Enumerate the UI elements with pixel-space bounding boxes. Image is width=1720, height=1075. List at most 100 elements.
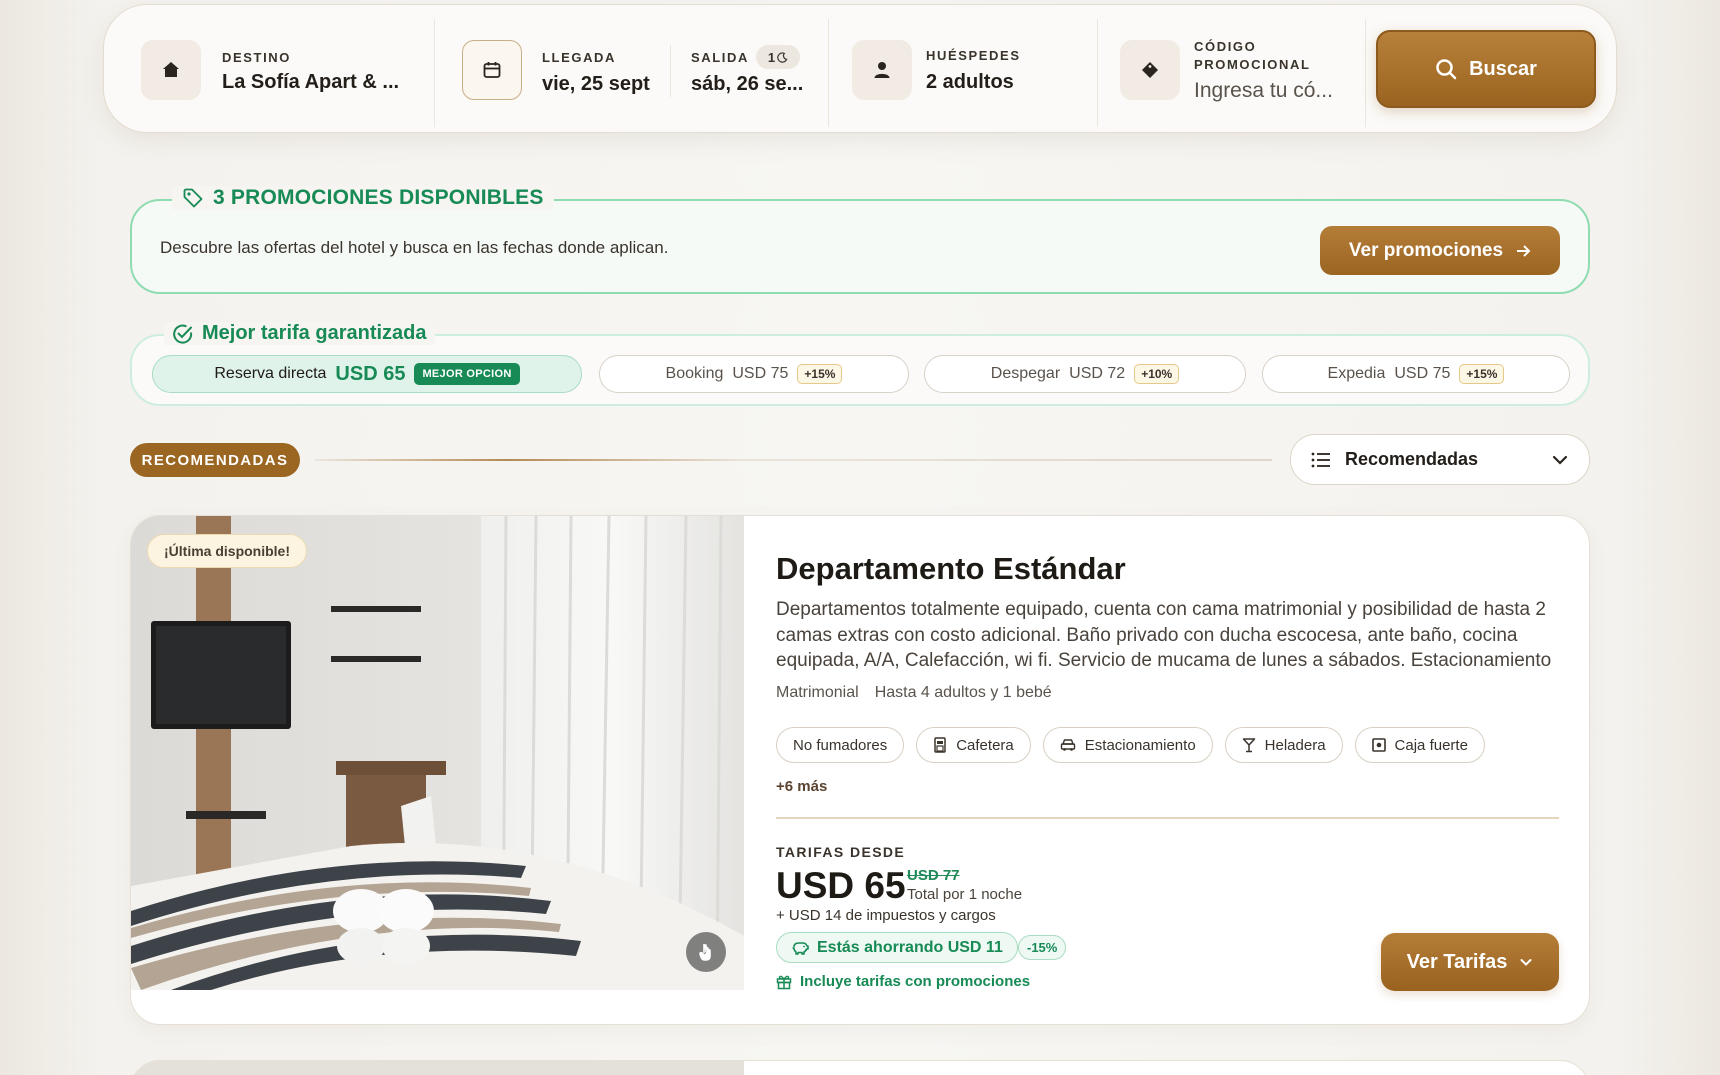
guests-value: 2 adultos — [926, 71, 1014, 93]
sort-dropdown[interactable]: Recomendadas — [1290, 434, 1590, 485]
section-divider — [315, 459, 1272, 461]
checkout-field[interactable]: SALIDA sáb, 26 se... — [671, 5, 829, 134]
car-icon — [1060, 739, 1075, 751]
checkout-label: SALIDA — [691, 50, 749, 65]
room-title: Departamento Estándar — [776, 551, 1126, 586]
chevron-down-icon — [1552, 455, 1568, 465]
sort-selected-value: Recomendadas — [1345, 449, 1479, 469]
amenity-label: Caja fuerte — [1394, 736, 1468, 754]
rate-channel-price: USD 75 — [732, 365, 789, 382]
moon-icon — [777, 51, 788, 63]
guests-label: HUÉSPEDES — [926, 48, 1021, 63]
price-note: Total por 1 noche — [907, 886, 1023, 903]
hand-pointer-icon — [699, 944, 711, 961]
saving-text: Estás ahorrando USD 11 — [817, 938, 1003, 956]
rate-direct-label: Reserva directa — [214, 365, 327, 382]
checkin-value: vie, 25 sept — [542, 73, 650, 95]
rate-direct: Reserva directa USD 65 MEJOR OPCION — [152, 355, 582, 393]
section-badge: RECOMENDADAS — [130, 443, 300, 477]
saving-badge: Estás ahorrando USD 11 — [776, 932, 1018, 963]
checkout-value: sáb, 26 se... — [691, 73, 804, 95]
amenity-coffee-maker: Cafetera — [916, 727, 1031, 763]
promo-code-label: CÓDIGO — [1194, 39, 1257, 54]
room-price: USD 65 — [776, 865, 906, 906]
room-capacity: Hasta 4 adultos y 1 bebé — [874, 684, 1052, 701]
promotions-title-text: 3 PROMOCIONES DISPONIBLES — [213, 186, 544, 209]
promo-code-field[interactable]: CÓDIGO PROMOCIONAL Ingresa tu có... — [1098, 5, 1366, 134]
best-rate-title-text: Mejor tarifa garantizada — [202, 322, 427, 344]
nights-badge: 1 — [756, 45, 800, 69]
safe-icon — [1371, 738, 1386, 752]
amenity-safe: Caja fuerte — [1354, 727, 1485, 763]
amenity-no-smoking: No fumadores — [776, 727, 905, 763]
gift-icon — [776, 975, 792, 989]
rate-expedia: Expedia USD 75 +15% — [1262, 355, 1570, 393]
destination-value: La Sofía Apart & ... — [222, 71, 400, 93]
view-promotions-label: Ver promociones — [1348, 239, 1504, 261]
rate-channel-name: Booking — [665, 365, 724, 382]
amenity-fridge: Heladera — [1224, 727, 1343, 763]
rate-channel-price: USD 72 — [1069, 365, 1126, 382]
room-description: Departamentos totalmente equipado, cuent… — [776, 599, 1552, 671]
guests-field[interactable]: HUÉSPEDES 2 adultos — [829, 5, 1097, 134]
amenity-label: Estacionamiento — [1084, 736, 1196, 754]
amenities-list: No fumadores Cafetera Estacionamiento He… — [776, 727, 1485, 763]
checkin-label: LLEGADA — [542, 50, 617, 65]
rate-channel-price: USD 75 — [1394, 365, 1451, 382]
home-icon — [141, 40, 201, 100]
check-circle-icon — [173, 324, 193, 344]
promotions-included: Incluye tarifas con promociones — [776, 973, 1030, 990]
best-option-tag: MEJOR OPCION — [414, 363, 520, 385]
promotions-banner: 3 PROMOCIONES DISPONIBLES Descubre las o… — [130, 186, 1590, 294]
user-icon — [852, 40, 912, 100]
promo-code-label: PROMOCIONAL — [1194, 57, 1311, 72]
tag-icon — [1120, 40, 1180, 100]
calendar-icon — [462, 40, 522, 100]
promotions-title: 3 PROMOCIONES DISPONIBLES — [172, 186, 554, 210]
amenity-label: Heladera — [1264, 736, 1326, 754]
rate-channel-diff: +15% — [1459, 364, 1505, 384]
room-meta: Matrimonial Hasta 4 adultos y 1 bebé — [776, 684, 1052, 702]
best-rate-panel: Mejor tarifa garantizada Reserva directa… — [130, 322, 1590, 406]
list-icon — [1311, 452, 1330, 467]
promo-code-input[interactable]: Ingresa tu có... — [1194, 79, 1344, 103]
last-available-badge: ¡Última disponible! — [147, 534, 307, 568]
amenity-label: No fumadores — [793, 736, 888, 754]
arrow-right-icon — [1517, 244, 1531, 257]
rate-direct-price: USD 65 — [335, 362, 406, 385]
chevron-down-icon — [1520, 959, 1532, 966]
view-promotions-button[interactable]: Ver promociones — [1320, 226, 1560, 275]
search-icon — [1436, 59, 1457, 80]
destination-label: DESTINO — [222, 50, 291, 65]
search-button[interactable]: Buscar — [1376, 30, 1596, 108]
divider — [1365, 19, 1366, 127]
amenity-parking: Estacionamiento — [1042, 727, 1213, 763]
search-bar: DESTINO La Sofía Apart & ... LLEGADA vie… — [103, 4, 1617, 133]
checkin-field[interactable]: LLEGADA vie, 25 sept — [435, 5, 671, 134]
rate-channel-name: Expedia — [1327, 365, 1386, 382]
next-room-card — [130, 1060, 1590, 1075]
amenity-label: Cafetera — [956, 736, 1014, 754]
price-taxes: + USD 14 de impuestos y cargos — [776, 907, 996, 924]
nights-count: 1 — [767, 49, 776, 65]
divider — [776, 817, 1559, 819]
rate-booking: Booking USD 75 +15% — [599, 355, 909, 393]
rate-channel-diff: +15% — [797, 364, 843, 384]
next-room-photo — [131, 1061, 744, 1075]
rate-channel-name: Despegar — [990, 365, 1061, 382]
room-photo-illustration — [131, 516, 744, 990]
search-button-label: Buscar — [1469, 57, 1537, 80]
view-rates-button[interactable]: Ver Tarifas — [1381, 933, 1559, 991]
room-old-price: USD 77 — [907, 867, 960, 884]
room-photo[interactable]: ¡Última disponible! — [131, 516, 744, 990]
piggy-bank-icon — [792, 941, 809, 955]
gallery-touch-button[interactable] — [686, 932, 726, 972]
destination-field[interactable]: DESTINO La Sofía Apart & ... — [104, 5, 434, 134]
price-label: TARIFAS DESDE — [776, 844, 906, 860]
rate-channel-diff: +10% — [1134, 364, 1180, 384]
rate-despegar: Despegar USD 72 +10% — [924, 355, 1246, 393]
promotions-included-text: Incluye tarifas con promociones — [800, 973, 1031, 990]
best-rate-title: Mejor tarifa garantizada — [164, 322, 435, 345]
more-amenities-link[interactable]: +6 más — [776, 778, 827, 795]
glass-icon — [1242, 738, 1255, 753]
